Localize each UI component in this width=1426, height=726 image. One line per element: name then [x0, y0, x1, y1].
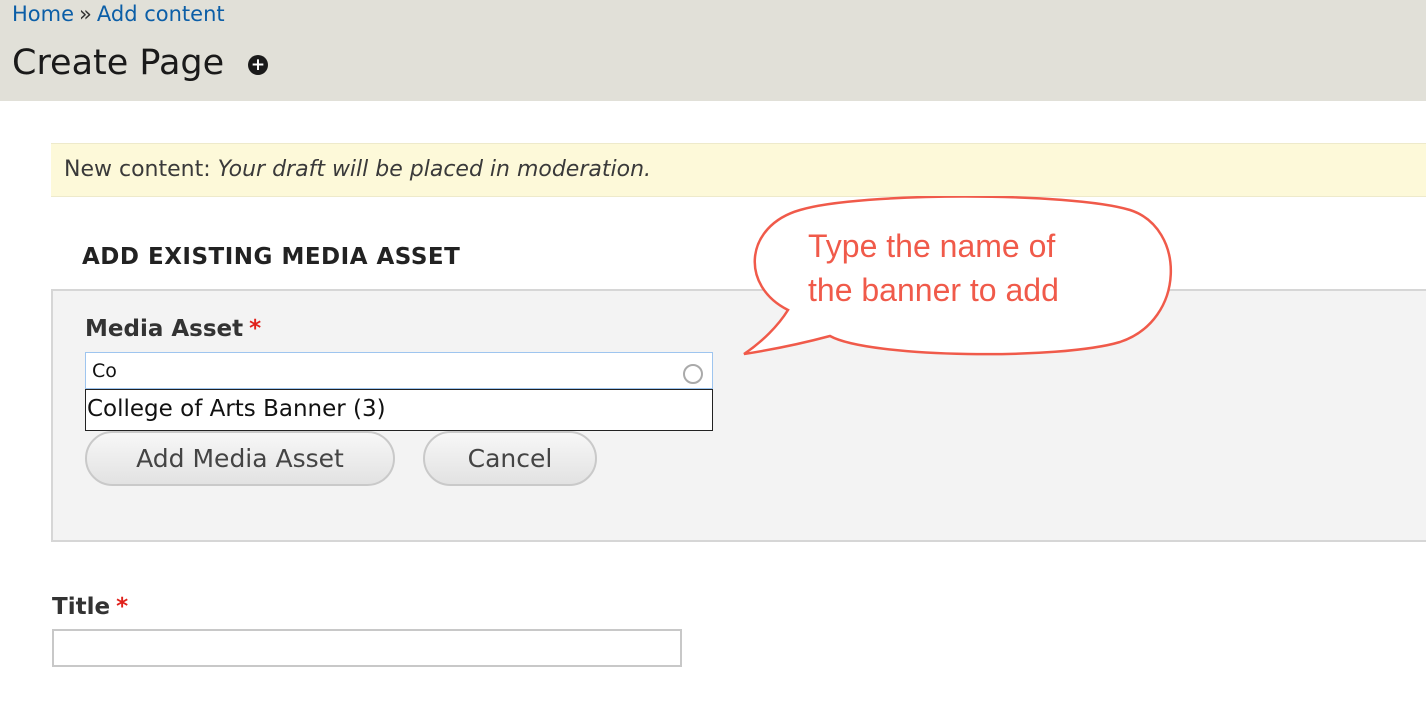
autocomplete-suggestion[interactable]: College of Arts Banner (3)	[87, 394, 386, 424]
title-input[interactable]	[52, 629, 682, 667]
cancel-button[interactable]: Cancel	[423, 431, 597, 486]
status-message: New content: Your draft will be placed i…	[51, 143, 1426, 197]
annotation-line-2: the banner to add	[808, 272, 1059, 308]
add-shortcut-icon[interactable]: +	[248, 55, 268, 75]
breadcrumb-add-content-link[interactable]: Add content	[97, 2, 225, 26]
media-asset-input[interactable]	[85, 352, 713, 389]
autocomplete-throbber-icon	[683, 364, 703, 384]
status-message-text: New content: Your draft will be placed i…	[64, 156, 651, 184]
page-header: Home» Add content Create Page +	[0, 0, 1426, 101]
required-marker: *	[116, 594, 129, 620]
autocomplete-dropdown: College of Arts Banner (3)	[85, 389, 713, 431]
media-asset-label-text: Media Asset	[85, 316, 244, 342]
title-label-text: Title	[52, 594, 111, 620]
status-message-body: Your draft will be placed in moderation.	[217, 157, 652, 182]
status-message-prefix: New content:	[64, 157, 211, 182]
media-asset-label: Media Asset *	[85, 314, 261, 344]
title-label: Title *	[52, 592, 128, 622]
media-section-legend: ADD EXISTING MEDIA ASSET	[82, 244, 461, 270]
breadcrumb: Home» Add content	[12, 0, 225, 28]
annotation-text: Type the name of the banner to add	[808, 224, 1059, 312]
breadcrumb-separator: »	[79, 2, 92, 26]
add-media-asset-button[interactable]: Add Media Asset	[85, 431, 395, 486]
breadcrumb-home-link[interactable]: Home	[12, 2, 74, 26]
annotation-line-1: Type the name of	[808, 228, 1056, 264]
page-title: Create Page	[12, 43, 225, 83]
required-marker: *	[249, 316, 262, 342]
